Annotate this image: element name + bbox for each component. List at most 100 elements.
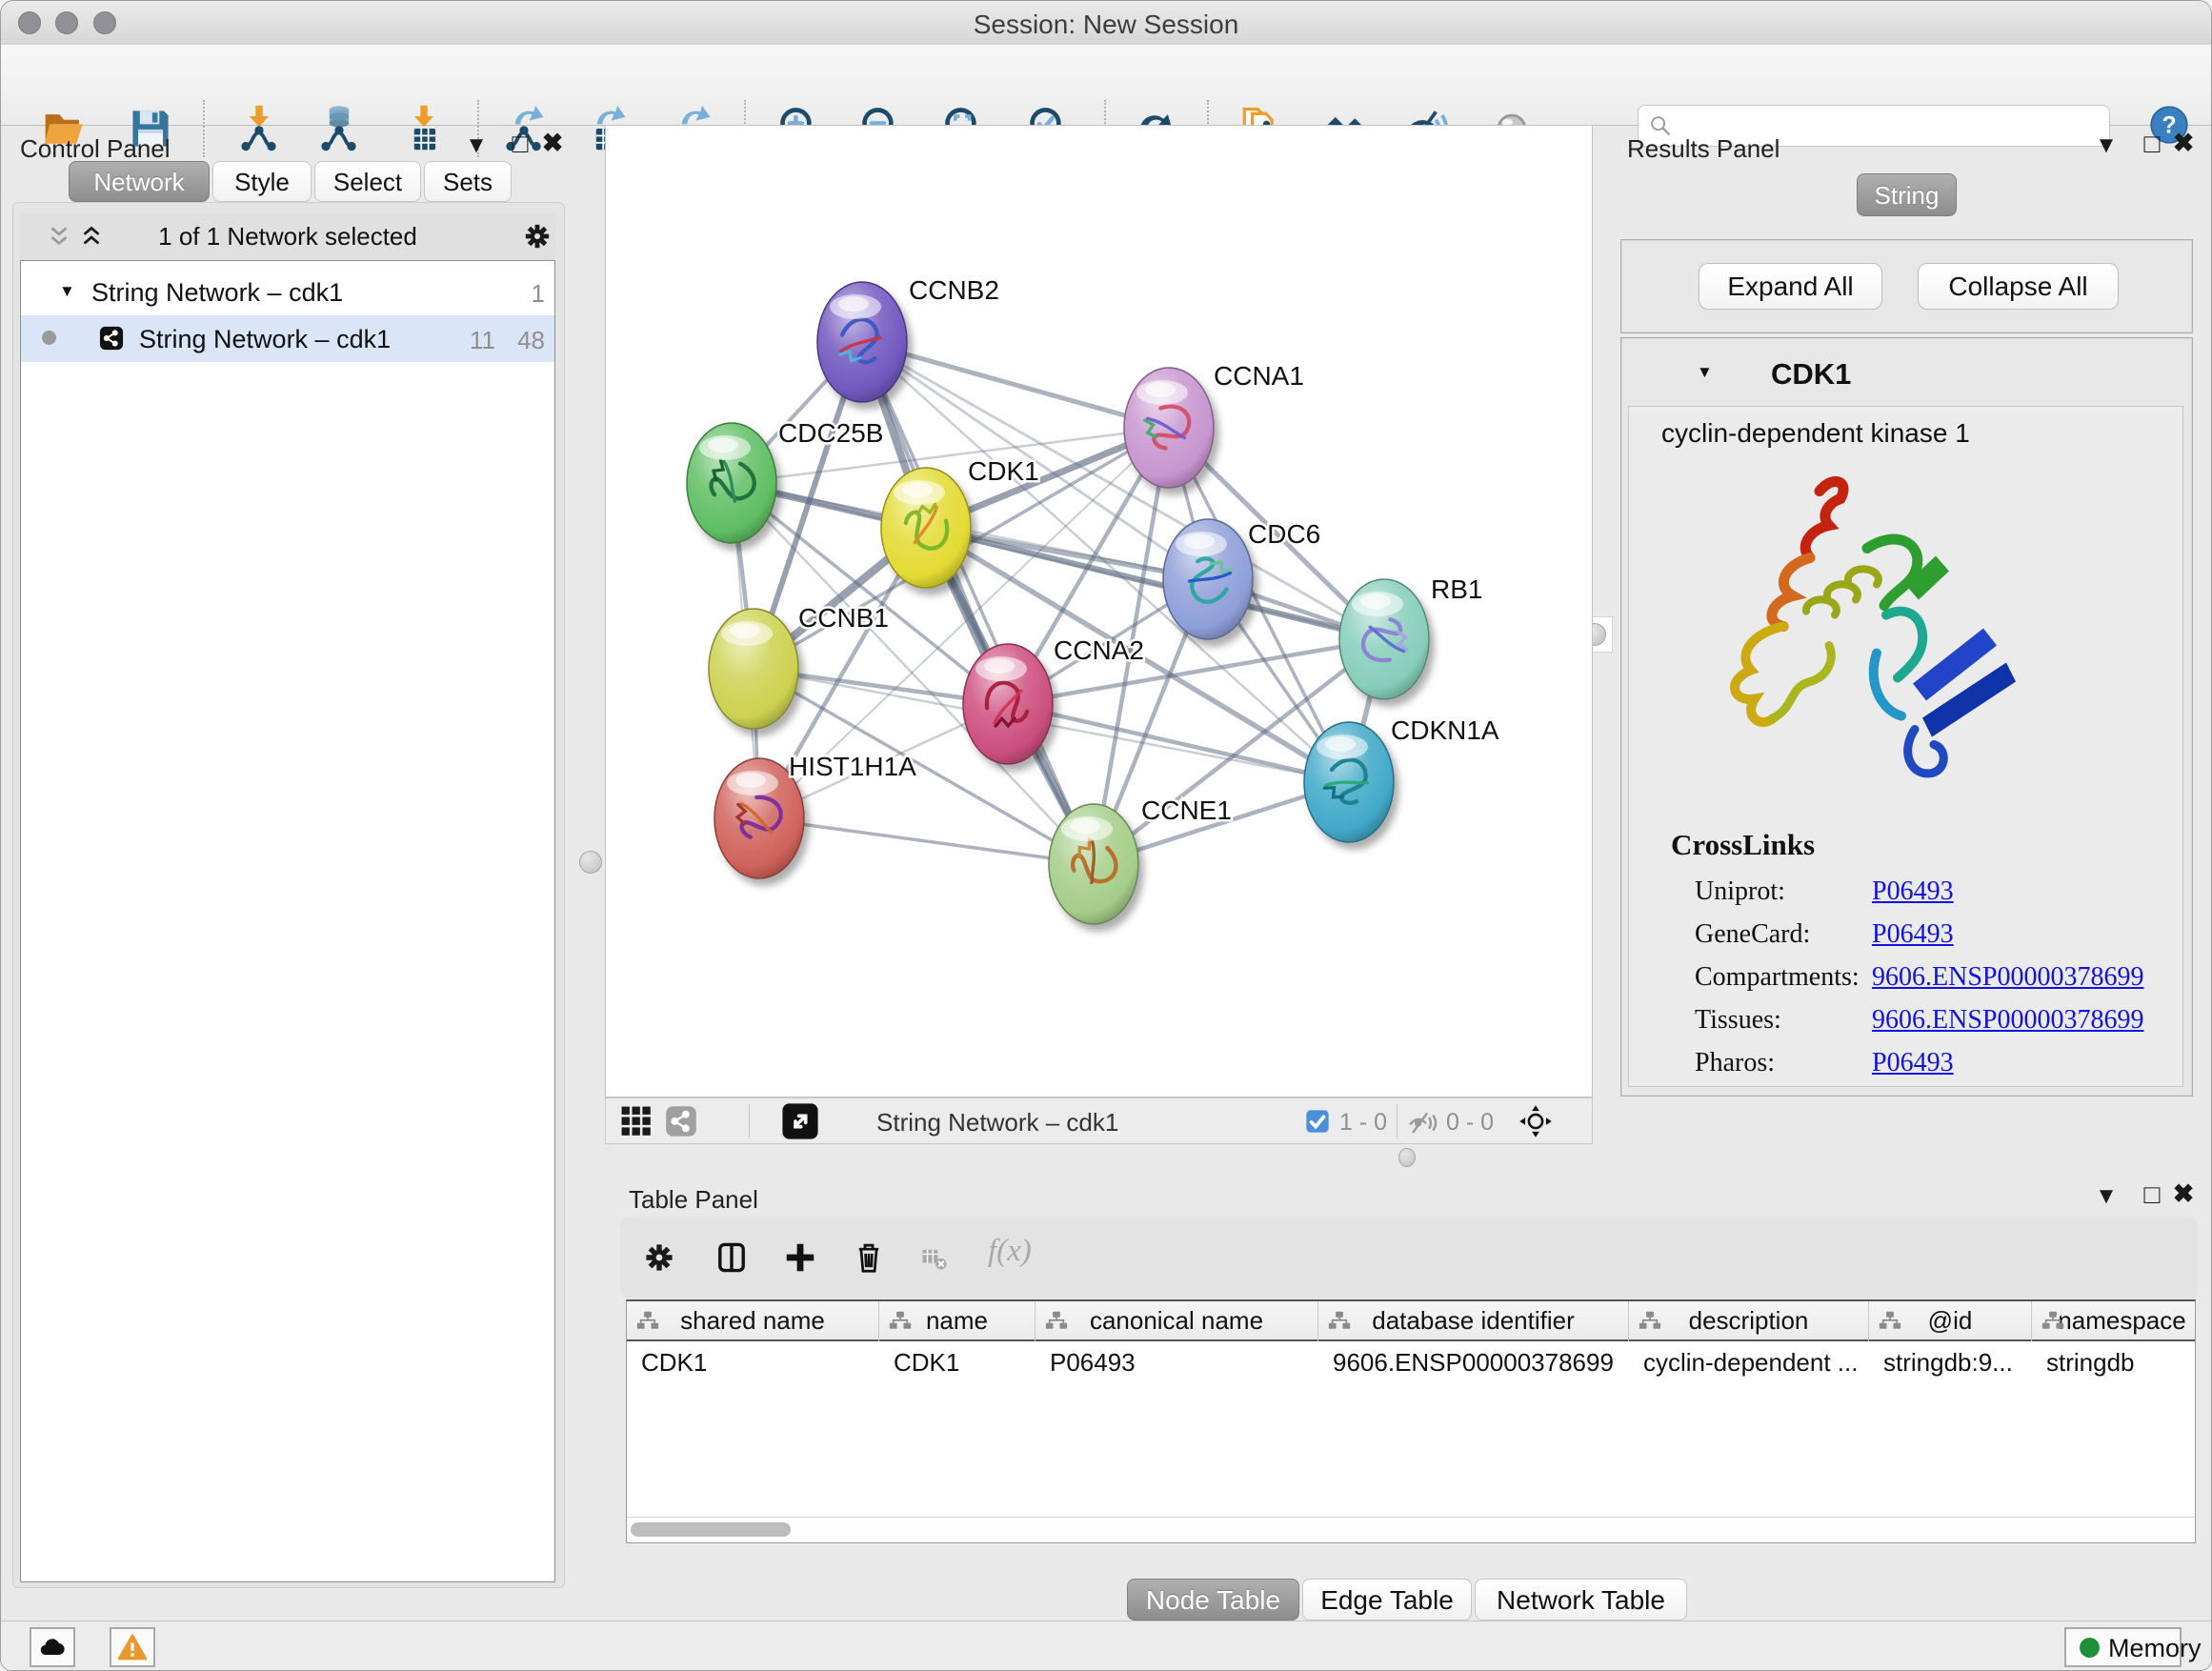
selected-checkbox-icon[interactable] bbox=[1305, 1109, 1330, 1134]
table-cell: CDK1 bbox=[879, 1341, 1036, 1381]
scrollbar-thumb[interactable] bbox=[631, 1522, 791, 1537]
gear-icon[interactable] bbox=[521, 220, 553, 252]
table-row[interactable]: CDK1CDK1P064939606.ENSP00000378699cyclin… bbox=[627, 1341, 2195, 1381]
warning-button[interactable] bbox=[110, 1627, 155, 1667]
edge-count: 48 bbox=[497, 326, 545, 355]
control-panel-close-icon[interactable]: ✖ bbox=[536, 129, 569, 158]
horizontal-scrollbar[interactable] bbox=[627, 1517, 2195, 1542]
gear-icon[interactable] bbox=[641, 1239, 677, 1276]
network-tree-row-selected[interactable]: String Network – cdk1 11 48 bbox=[21, 315, 554, 362]
control-panel-float-icon[interactable]: □ bbox=[504, 129, 536, 159]
results-panel-collapse-icon[interactable]: ▼ bbox=[2090, 132, 2122, 159]
main-toolbar: ? bbox=[1, 45, 2211, 126]
crosshair-icon[interactable] bbox=[1518, 1104, 1553, 1138]
control-panel-collapse-icon[interactable]: ▼ bbox=[460, 132, 493, 159]
table-header: shared namenamecanonical namedatabase id… bbox=[627, 1301, 2195, 1341]
table-cell: 9606.ENSP00000378699 bbox=[1318, 1341, 1629, 1381]
tab-select[interactable]: Select bbox=[314, 161, 421, 202]
crosslink-link[interactable]: 9606.ENSP00000378699 bbox=[1872, 1005, 2143, 1036]
network-tree-root-row[interactable]: ▼ String Network – cdk1 1 bbox=[21, 269, 554, 315]
bottom-splitter-handle[interactable] bbox=[1398, 1148, 1416, 1167]
crosslink-link[interactable]: P06493 bbox=[1872, 876, 1954, 907]
left-splitter-handle[interactable] bbox=[579, 851, 602, 874]
table-cell: P06493 bbox=[1036, 1341, 1318, 1381]
tab-network-table[interactable]: Network Table bbox=[1475, 1579, 1687, 1621]
grid-view-icon[interactable] bbox=[619, 1104, 654, 1138]
delete-icon[interactable] bbox=[851, 1239, 887, 1276]
network-node-CCNA2[interactable]: CCNA2 bbox=[963, 635, 1144, 764]
node-label: CCNA2 bbox=[1054, 635, 1144, 665]
network-list-header: 1 of 1 Network selected bbox=[20, 212, 555, 260]
tab-sets[interactable]: Sets bbox=[424, 161, 512, 202]
attribute-icon bbox=[1879, 1310, 1901, 1333]
crosslink-row: Uniprot:P06493 bbox=[1695, 870, 2171, 913]
table-panel-close-icon[interactable]: ✖ bbox=[2167, 1179, 2200, 1209]
tab-edge-table[interactable]: Edge Table bbox=[1302, 1579, 1472, 1621]
table-cell: CDK1 bbox=[627, 1341, 879, 1381]
expand-all-button[interactable]: Expand All bbox=[1699, 263, 1882, 310]
cloud-button[interactable] bbox=[30, 1627, 75, 1667]
column-header-name[interactable]: name bbox=[879, 1301, 1036, 1341]
network-node-HIST1H1A[interactable]: HIST1H1A bbox=[714, 752, 916, 878]
import-network-file-icon[interactable] bbox=[234, 104, 284, 153]
crosslink-link[interactable]: P06493 bbox=[1872, 919, 1954, 950]
column-header-description[interactable]: description bbox=[1629, 1301, 1869, 1341]
tab-string[interactable]: String bbox=[1857, 173, 1957, 216]
column-header-namespace[interactable]: namespace bbox=[2032, 1301, 2196, 1341]
network-edge bbox=[1008, 704, 1349, 782]
table-cell: stringdb:9... bbox=[1869, 1341, 2032, 1381]
node-label: CCNB2 bbox=[909, 275, 999, 305]
network-node-CCNA1[interactable]: CCNA1 bbox=[1124, 361, 1304, 488]
crosslink-link[interactable]: P06493 bbox=[1872, 1048, 1954, 1078]
tab-node-table[interactable]: Node Table bbox=[1127, 1579, 1299, 1621]
crosslink-label: Compartments: bbox=[1695, 962, 1872, 993]
column-header-canonical-name[interactable]: canonical name bbox=[1036, 1301, 1318, 1341]
network-node-RB1[interactable]: RB1 bbox=[1339, 574, 1482, 699]
birdseye-view-icon[interactable] bbox=[781, 1102, 819, 1140]
column-header-shared-name[interactable]: shared name bbox=[627, 1301, 879, 1341]
import-network-database-icon[interactable] bbox=[314, 104, 364, 153]
network-node-CDK1[interactable]: CDK1 bbox=[881, 456, 1039, 588]
node-label: CDK1 bbox=[968, 456, 1039, 486]
tree-expand-icon[interactable]: ▼ bbox=[59, 282, 75, 301]
results-panel-close-icon[interactable]: ✖ bbox=[2167, 129, 2200, 158]
network-node-CCNE1[interactable]: CCNE1 bbox=[1049, 795, 1232, 924]
table-cell: cyclin-dependent ... bbox=[1629, 1341, 1869, 1381]
network-share-icon[interactable] bbox=[665, 1105, 697, 1137]
collection-count: 1 bbox=[497, 279, 545, 309]
network-view-title: String Network – cdk1 bbox=[876, 1108, 1118, 1137]
memory-button[interactable]: Memory bbox=[2064, 1627, 2182, 1667]
tab-network[interactable]: Network bbox=[69, 161, 210, 202]
column-header-database-identifier[interactable]: database identifier bbox=[1318, 1301, 1629, 1341]
crosslink-link[interactable]: 9606.ENSP00000378699 bbox=[1872, 962, 2143, 993]
node-label: CDC25B bbox=[778, 418, 883, 448]
column-label: shared name bbox=[627, 1301, 878, 1339]
table-toolbar: f(x) bbox=[620, 1217, 2198, 1299]
network-canvas[interactable]: CCNB2 CCNA1 CDC25B CDK1 CDC6 RB1 CCNB1 CCNA2 CDK… bbox=[605, 125, 1593, 1097]
results-panel-float-icon[interactable]: □ bbox=[2136, 129, 2168, 159]
window-title: Session: New Session bbox=[1, 10, 2211, 40]
network-node-CCNB1[interactable]: CCNB1 bbox=[709, 603, 889, 729]
table-panel-collapse-icon[interactable]: ▼ bbox=[2090, 1183, 2122, 1210]
table-panel-title: Table Panel bbox=[629, 1185, 758, 1215]
node-label: CCNE1 bbox=[1141, 795, 1232, 825]
crosslink-label: Uniprot: bbox=[1695, 876, 1872, 907]
network-node-CDC6[interactable]: CDC6 bbox=[1163, 519, 1320, 639]
add-row-icon[interactable] bbox=[782, 1239, 818, 1276]
gene-details-box: cyclin-dependent kinase 1 CrossLinks Uni… bbox=[1628, 406, 2183, 1087]
attribute-icon bbox=[636, 1310, 659, 1333]
table-panel-float-icon[interactable]: □ bbox=[2136, 1179, 2168, 1210]
node-label: CDC6 bbox=[1248, 519, 1320, 549]
tab-style[interactable]: Style bbox=[212, 161, 312, 202]
collapse-all-button[interactable]: Collapse All bbox=[1918, 263, 2119, 310]
section-collapse-icon[interactable]: ▼ bbox=[1697, 363, 1713, 382]
insert-column-icon[interactable] bbox=[714, 1239, 750, 1276]
network-node-CDKN1A[interactable]: CDKN1A bbox=[1304, 715, 1499, 842]
network-view-toolbar: String Network – cdk1 1 - 0 0 - 0 bbox=[605, 1097, 1593, 1144]
results-buttons-box: Expand All Collapse All bbox=[1620, 239, 2193, 333]
cloud-icon bbox=[31, 1653, 73, 1669]
column-header-@id[interactable]: @id bbox=[1869, 1301, 2032, 1341]
crosslink-label: Pharos: bbox=[1695, 1048, 1872, 1078]
import-table-file-icon[interactable] bbox=[399, 104, 449, 153]
hidden-eye-icon[interactable] bbox=[1407, 1106, 1439, 1138]
